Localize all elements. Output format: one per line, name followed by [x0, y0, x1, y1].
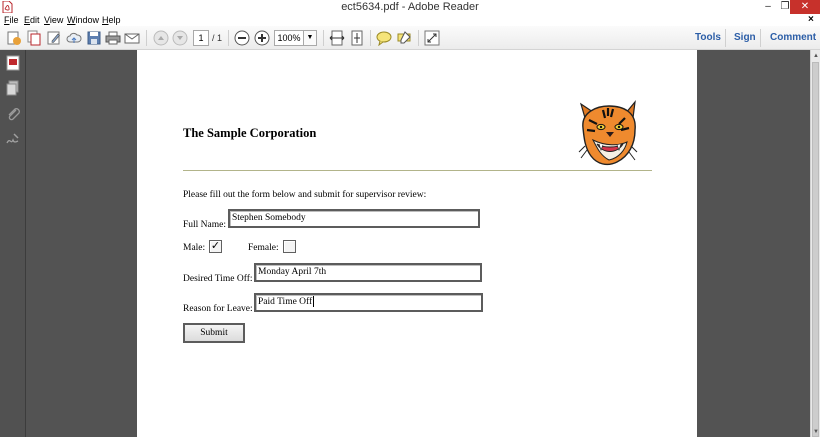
time-off-field[interactable]: Monday April 7th	[254, 263, 482, 282]
pdf-page-icon[interactable]	[5, 55, 21, 71]
comment-link[interactable]: Comment	[770, 30, 816, 46]
cloud-upload-icon[interactable]	[66, 30, 82, 46]
full-name-field[interactable]: Stephen Somebody	[228, 209, 480, 228]
previous-page-icon[interactable]	[153, 30, 169, 46]
text-cursor	[313, 296, 315, 308]
tiger-logo	[575, 100, 641, 168]
zoom-out-icon[interactable]	[234, 30, 250, 46]
page-number-input[interactable]: 1	[193, 30, 209, 46]
male-checkbox[interactable]: ✓	[209, 240, 222, 253]
pages-icon[interactable]	[5, 80, 21, 96]
toolbar-separator	[228, 30, 229, 46]
vertical-scrollbar[interactable]: ▲ ▼	[810, 50, 820, 437]
full-name-value: Stephen Somebody	[232, 213, 306, 223]
menu-edit[interactable]: Edit	[24, 14, 40, 26]
scrollbar-thumb[interactable]	[812, 62, 819, 437]
highlight-icon[interactable]	[396, 30, 412, 46]
minimize-button[interactable]: –	[760, 0, 776, 14]
print-icon[interactable]	[105, 30, 121, 46]
edit-icon[interactable]	[46, 30, 62, 46]
fit-width-icon[interactable]	[329, 30, 345, 46]
navigation-pane	[0, 50, 26, 437]
create-pdf-icon[interactable]	[6, 30, 22, 46]
toolbar-separator	[725, 29, 726, 47]
menu-file[interactable]: File	[4, 14, 19, 26]
combine-icon[interactable]	[26, 30, 42, 46]
pdf-page: The Sample Corporation Please fill out t…	[137, 50, 697, 437]
scroll-up-icon[interactable]: ▲	[812, 52, 820, 60]
tools-link[interactable]: Tools	[695, 30, 721, 46]
title-bar: ect5634.pdf - Adobe Reader – ❐ ✕	[0, 0, 820, 14]
male-label: Male:	[183, 243, 206, 253]
scroll-down-icon[interactable]: ▼	[812, 428, 820, 436]
horizontal-rule	[183, 170, 652, 171]
submit-button[interactable]: Submit	[183, 323, 245, 343]
menu-view[interactable]: View	[44, 14, 63, 26]
attachment-icon[interactable]	[5, 106, 21, 122]
signature-icon[interactable]	[5, 131, 21, 147]
reason-label: Reason for Leave:	[183, 304, 253, 314]
time-off-value: Monday April 7th	[258, 267, 327, 277]
toolbar-separator	[370, 30, 371, 46]
email-icon[interactable]	[124, 30, 140, 46]
toolbar-separator	[418, 30, 419, 46]
reason-field[interactable]: Paid Time Off	[254, 293, 483, 312]
female-label: Female:	[248, 243, 279, 253]
full-name-label: Full Name:	[183, 220, 227, 230]
company-heading: The Sample Corporation	[183, 126, 317, 140]
toolbar-separator	[146, 30, 147, 46]
page-total: / 1	[212, 33, 223, 43]
sign-link[interactable]: Sign	[734, 30, 756, 46]
close-document-button[interactable]: ×	[808, 14, 814, 26]
document-area: The Sample Corporation Please fill out t…	[26, 50, 810, 437]
next-page-icon[interactable]	[172, 30, 188, 46]
save-icon[interactable]	[86, 30, 102, 46]
zoom-in-icon[interactable]	[254, 30, 270, 46]
reason-value: Paid Time Off	[258, 297, 313, 307]
comment-icon[interactable]	[376, 30, 392, 46]
read-mode-icon[interactable]	[424, 30, 440, 46]
close-button[interactable]: ✕	[790, 0, 820, 14]
toolbar: 1 / 1 100% ▼ Tools Sign Comment	[0, 26, 820, 50]
female-checkbox[interactable]	[283, 240, 296, 253]
menu-help[interactable]: Help	[102, 14, 121, 26]
menu-bar: File Edit View Window Help ×	[0, 14, 820, 26]
toolbar-separator	[323, 30, 324, 46]
form-instructions: Please fill out the form below and submi…	[183, 190, 427, 200]
zoom-input[interactable]: 100%	[274, 30, 304, 46]
toolbar-separator	[760, 29, 761, 47]
window-title: ect5634.pdf - Adobe Reader	[341, 1, 479, 13]
time-off-label: Desired Time Off:	[183, 274, 253, 284]
menu-window[interactable]: Window	[67, 14, 99, 26]
zoom-dropdown-button[interactable]: ▼	[303, 30, 317, 46]
fit-page-icon[interactable]	[349, 30, 365, 46]
